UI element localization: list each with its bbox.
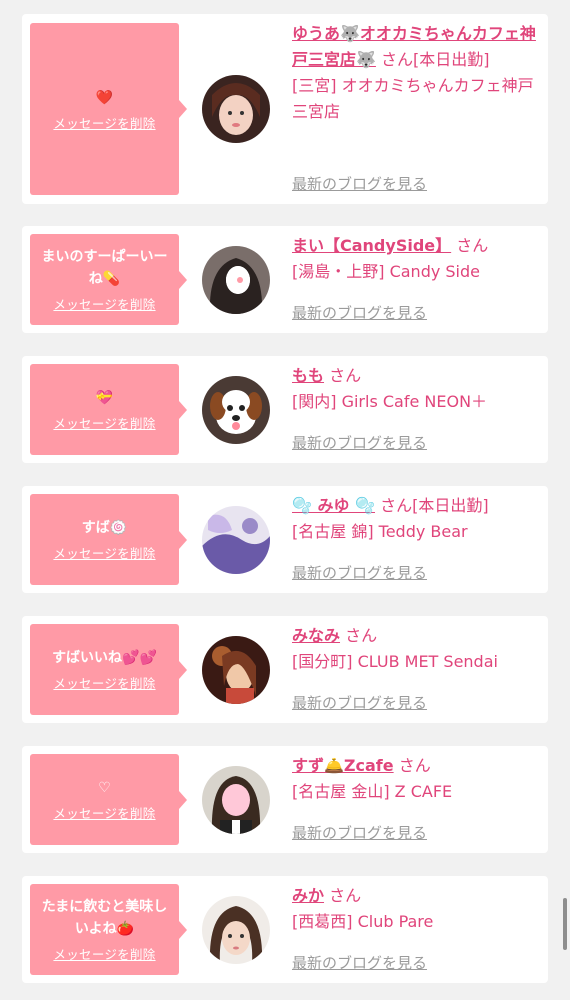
honorific: さん — [398, 756, 431, 775]
cast-info: すず🛎️Zcafe さん [名古屋 金山] Z CAFE — [292, 753, 542, 805]
delete-message-link[interactable]: メッセージを削除 — [53, 294, 155, 313]
latest-blog-link[interactable]: 最新のブログを見る — [292, 432, 427, 453]
list-item: ❤️ メッセージを削除 ゆうあ🐺オオカミちゃんカフェ神戸三宮店🐺 さん[本日出勤… — [22, 14, 548, 204]
list-item: 💝 メッセージを削除 もも さん [関内] Girls Cafe NEON＋ 最… — [22, 356, 548, 463]
honorific: さん — [345, 626, 378, 645]
avatar[interactable] — [202, 766, 270, 834]
honorific: さん — [329, 886, 362, 905]
cast-name-link[interactable]: みなみ — [292, 626, 340, 645]
cast-name-link[interactable]: もも — [292, 366, 324, 385]
shop-area: [名古屋 錦] Teddy Bear — [292, 522, 468, 541]
message-bubble: すば🍥 メッセージを削除 — [30, 494, 187, 585]
cast-name-link[interactable]: まい【CandySide】 — [292, 236, 451, 255]
list-item: すばいいね💕💕 メッセージを削除 みなみ さん [国分町] CLUB MET S… — [22, 616, 548, 723]
message-text: ❤️ — [95, 89, 114, 106]
attendance-status: [本日出勤] — [413, 50, 490, 69]
message-bubble: ❤️ メッセージを削除 — [30, 23, 187, 195]
shop-area: [国分町] CLUB MET Sendai — [292, 652, 498, 671]
latest-blog-link[interactable]: 最新のブログを見る — [292, 692, 427, 713]
delete-message-link[interactable]: メッセージを削除 — [53, 543, 155, 562]
latest-blog-link[interactable]: 最新のブログを見る — [292, 562, 427, 583]
message-text: たまに飲むと美味しいよね🍅 — [41, 899, 168, 937]
message-bubble: すばいいね💕💕 メッセージを削除 — [30, 624, 187, 715]
scrollbar[interactable] — [563, 898, 567, 950]
cast-info: まい【CandySide】 さん [湯島・上野] Candy Side — [292, 233, 542, 285]
latest-blog-link[interactable]: 最新のブログを見る — [292, 302, 427, 323]
latest-blog-link[interactable]: 最新のブログを見る — [292, 952, 427, 973]
cast-name-link[interactable]: みか — [292, 886, 324, 905]
cast-info: みなみ さん [国分町] CLUB MET Sendai — [292, 623, 542, 675]
shop-area: [関内] Girls Cafe NEON＋ — [292, 392, 488, 411]
latest-blog-link[interactable]: 最新のブログを見る — [292, 822, 427, 843]
list-item: すば🍥 メッセージを削除 🫧 みゆ 🫧 さん[本日出勤] [名古屋 錦] Ted… — [22, 486, 548, 593]
message-text: まいのすーぱーいーね💊 — [41, 249, 168, 287]
message-text: すば🍥 — [81, 520, 128, 536]
cast-info: みか さん [西葛西] Club Pare — [292, 883, 542, 935]
delete-message-link[interactable]: メッセージを削除 — [53, 413, 155, 432]
cast-info: 🫧 みゆ 🫧 さん[本日出勤] [名古屋 錦] Teddy Bear — [292, 493, 542, 545]
message-bubble: 💝 メッセージを削除 — [30, 364, 187, 455]
avatar[interactable] — [202, 246, 270, 314]
avatar[interactable] — [202, 75, 270, 143]
message-bubble: ♡ メッセージを削除 — [30, 754, 187, 845]
honorific: さん — [381, 50, 414, 69]
avatar[interactable] — [202, 506, 270, 574]
cast-info: もも さん [関内] Girls Cafe NEON＋ — [292, 363, 542, 415]
delete-message-link[interactable]: メッセージを削除 — [53, 944, 155, 963]
honorific: さん — [329, 366, 362, 385]
honorific: さん — [380, 496, 413, 515]
shop-area: [名古屋 金山] Z CAFE — [292, 782, 453, 801]
message-text: 💝 — [95, 390, 114, 406]
list-item: ♡ メッセージを削除 すず🛎️Zcafe さん [名古屋 金山] Z CAFE … — [22, 746, 548, 853]
cast-info: ゆうあ🐺オオカミちゃんカフェ神戸三宮店🐺 さん[本日出勤] [三宮] オオカミち… — [292, 21, 542, 125]
latest-blog-link[interactable]: 最新のブログを見る — [292, 173, 427, 194]
message-bubble: まいのすーぱーいーね💊 メッセージを削除 — [30, 234, 187, 325]
message-bubble: たまに飲むと美味しいよね🍅 メッセージを削除 — [30, 884, 187, 975]
avatar[interactable] — [202, 636, 270, 704]
message-text: ♡ — [98, 780, 111, 796]
avatar[interactable] — [202, 896, 270, 964]
shop-area: [湯島・上野] Candy Side — [292, 262, 481, 281]
delete-message-link[interactable]: メッセージを削除 — [53, 803, 155, 822]
cast-name-link[interactable]: すず🛎️Zcafe — [292, 756, 394, 775]
list-item: まいのすーぱーいーね💊 メッセージを削除 まい【CandySide】 さん [湯… — [22, 226, 548, 333]
list-item: たまに飲むと美味しいよね🍅 メッセージを削除 みか さん [西葛西] Club … — [22, 876, 548, 983]
shop-area: [三宮] オオカミちゃんカフェ神戸三宮店 — [292, 76, 534, 121]
cast-name-link[interactable]: 🫧 みゆ 🫧 — [292, 496, 375, 515]
honorific: さん — [456, 236, 489, 255]
message-text: すばいいね💕💕 — [52, 650, 157, 666]
attendance-status: [本日出勤] — [412, 496, 489, 515]
delete-message-link[interactable]: メッセージを削除 — [53, 673, 155, 692]
avatar[interactable] — [202, 376, 270, 444]
shop-area: [西葛西] Club Pare — [292, 912, 434, 931]
delete-message-link[interactable]: メッセージを削除 — [53, 113, 155, 132]
